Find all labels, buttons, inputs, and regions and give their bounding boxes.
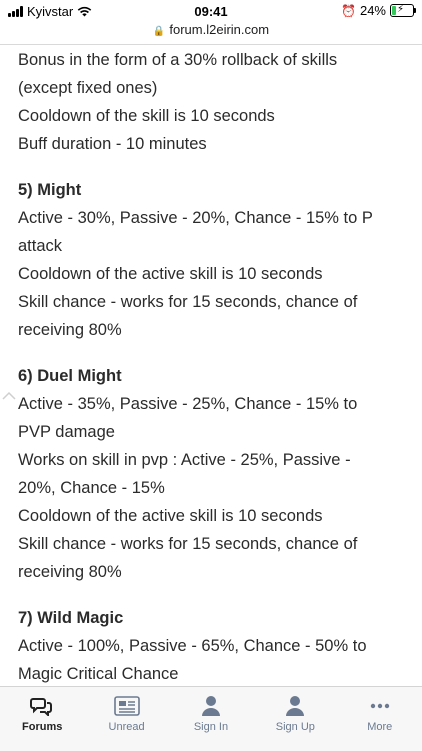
section-line: PVP damage — [18, 423, 115, 441]
section-line: Works on skill in pvp : Active - 25%, Pa… — [18, 451, 351, 469]
section-line: Magic Critical Chance — [18, 665, 179, 683]
battery-fill — [392, 6, 396, 15]
section-line: receiving 80% — [18, 563, 122, 581]
section-title: 6) Duel Might — [18, 367, 122, 385]
status-bar: Kyivstar 09:41 ⏰ 24% ⚡ — [0, 0, 422, 22]
address-url: forum.l2eirin.com — [169, 22, 270, 37]
tab-label: Unread — [108, 721, 145, 733]
intro-line: Cooldown of the skill is 10 seconds — [18, 107, 275, 125]
section-duel-might: 6) Duel Might Active - 35%, Passive - 25… — [18, 362, 408, 586]
section-wild-magic: 7) Wild Magic Active - 100%, Passive - 6… — [18, 604, 408, 686]
tab-sign-up[interactable]: Sign Up — [253, 687, 337, 733]
section-line: Active - 100%, Passive - 65%, Chance - 5… — [18, 637, 367, 655]
status-right: ⏰ 24% ⚡ — [341, 3, 416, 18]
section-line: Skill chance - works for 15 seconds, cha… — [18, 535, 358, 553]
address-bar[interactable]: 🔒 forum.l2eirin.com — [0, 22, 422, 44]
section-title: 5) Might — [18, 181, 82, 199]
section-line: Skill chance - works for 15 seconds, cha… — [18, 293, 358, 311]
forums-icon — [0, 695, 84, 717]
section-line: Active - 30%, Passive - 20%, Chance - 15… — [18, 209, 373, 227]
tab-more[interactable]: More — [338, 687, 422, 733]
section-line: Cooldown of the active skill is 10 secon… — [18, 507, 323, 525]
intro-line: Buff duration - 10 minutes — [18, 135, 207, 153]
alarm-icon: ⏰ — [341, 3, 356, 18]
address-bar-divider — [0, 44, 422, 45]
section-line: attack — [18, 237, 63, 255]
bottom-tab-bar: Forums Unread Sign In Sign Up More — [0, 686, 422, 751]
tab-label: Sign In — [193, 721, 229, 733]
more-icon — [338, 695, 422, 717]
tab-sign-in[interactable]: Sign In — [169, 687, 253, 733]
section-title: 7) Wild Magic — [18, 609, 124, 627]
intro-line: Bonus in the form of a 30% rollback of s… — [18, 51, 338, 69]
user-add-icon — [253, 695, 337, 717]
tab-label: Sign Up — [275, 721, 315, 733]
intro-line: (except fixed ones) — [18, 79, 158, 97]
user-icon — [169, 695, 253, 717]
tab-forums[interactable]: Forums — [0, 687, 84, 733]
lock-icon: 🔒 — [152, 26, 166, 37]
section-line: Active - 35%, Passive - 25%, Chance - 15… — [18, 395, 358, 413]
battery-icon: ⚡ — [390, 4, 416, 17]
intro-block: Bonus in the form of a 30% rollback of s… — [18, 46, 408, 158]
post-content: Bonus in the form of a 30% rollback of s… — [18, 46, 408, 686]
newspaper-icon — [85, 695, 169, 717]
section-line: Cooldown of the active skill is 10 secon… — [18, 265, 323, 283]
scroll-up-icon[interactable] — [2, 388, 16, 400]
charging-bolt-icon: ⚡ — [397, 4, 405, 15]
section-might: 5) Might Active - 30%, Passive - 20%, Ch… — [18, 176, 408, 344]
tab-label: More — [367, 721, 393, 733]
battery-percent: 24% — [359, 3, 386, 18]
tab-label: Forums — [22, 721, 63, 733]
section-line: receiving 80% — [18, 321, 122, 339]
section-line: 20%, Chance - 15% — [18, 479, 165, 497]
tab-unread[interactable]: Unread — [85, 687, 169, 733]
